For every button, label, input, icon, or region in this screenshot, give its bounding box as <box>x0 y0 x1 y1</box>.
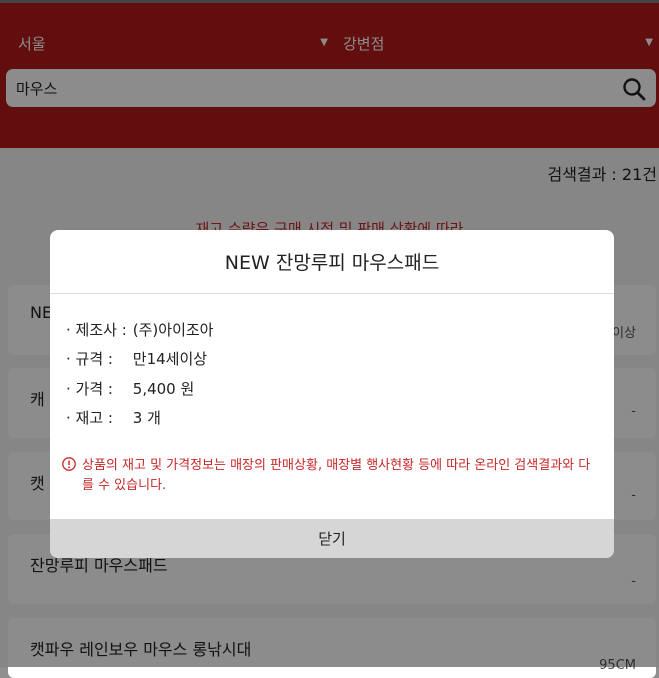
warning-text: 상품의 재고 및 가격정보는 매장의 판매상황, 매장별 행사현황 등에 따라 … <box>82 458 591 493</box>
info-label: · 규격 : <box>66 350 113 368</box>
product-detail-modal: NEW 잔망루피 마우스패드 · 제조사 : (주)아이조아 · 규격 : 만1… <box>50 230 614 558</box>
info-value: 만14세이상 <box>132 350 208 368</box>
info-label: · 제조사 : <box>66 321 127 339</box>
info-row-price: · 가격 : 5,400 원 <box>66 378 194 400</box>
modal-title: NEW 잔망루피 마우스패드 <box>224 252 440 274</box>
info-value: 3 개 <box>132 409 161 427</box>
info-value: (주)아이조아 <box>132 321 214 339</box>
info-label: · 가격 : <box>66 380 113 398</box>
close-button[interactable]: 닫기 <box>50 519 614 558</box>
info-row-stock: · 재고 : 3 개 <box>66 407 161 429</box>
info-row-spec: · 규격 : 만14세이상 <box>66 348 207 370</box>
info-value: 5,400 원 <box>132 380 195 398</box>
modal-divider <box>50 293 614 294</box>
price-warning: 상품의 재고 및 가격정보는 매장의 판매상황, 매장별 행사현황 등에 따라 … <box>62 456 602 496</box>
info-label: · 재고 : <box>66 409 113 427</box>
exclamation-circle-icon <box>62 457 76 471</box>
info-row-manufacturer: · 제조사 : (주)아이조아 <box>66 319 214 341</box>
